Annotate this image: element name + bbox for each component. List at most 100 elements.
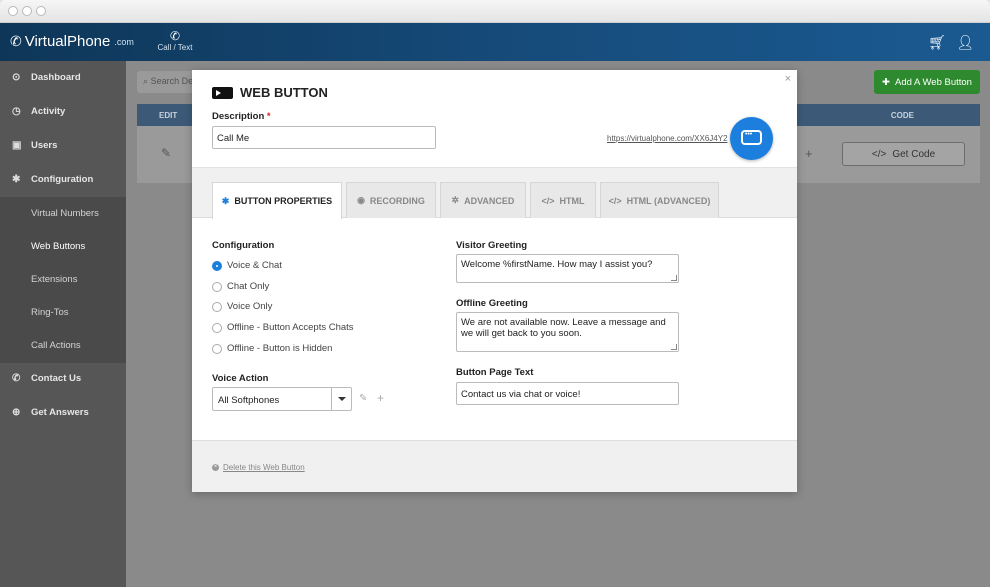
get-code-button[interactable]: </> Get Code: [842, 142, 965, 166]
radio-voice-chat[interactable]: Voice & Chat: [212, 260, 282, 271]
offline-greeting-value: We are not available now. Leave a messag…: [461, 317, 666, 339]
delete-web-button-link[interactable]: × Delete this Web Button: [212, 463, 305, 472]
radio-offline-accepts-chats[interactable]: Offline - Button Accepts Chats: [212, 322, 354, 333]
search-icon: ⌕: [143, 76, 149, 86]
column-code: CODE: [890, 111, 914, 120]
column-edit: EDIT: [159, 111, 178, 120]
tab-advanced[interactable]: ✲ ADVANCED: [440, 182, 526, 218]
button-url-link[interactable]: https://virtualphone.com/XX6J4Y2: [607, 134, 728, 143]
resize-handle[interactable]: [671, 344, 677, 350]
tab-html[interactable]: </> HTML: [530, 182, 596, 218]
voice-action-label: Voice Action: [212, 373, 269, 384]
required-mark: *: [266, 111, 271, 122]
sidebar-item-users[interactable]: ▣ Users: [0, 130, 126, 160]
record-icon: ◉: [357, 195, 365, 205]
caret-down-icon: [338, 397, 346, 401]
window-close-button[interactable]: [8, 6, 18, 16]
subnav-item-web-buttons[interactable]: Web Buttons: [0, 231, 126, 261]
select-toggle[interactable]: [331, 388, 351, 410]
subnav-item-ring-tos[interactable]: Ring-Tos: [0, 297, 126, 327]
logo-text: VirtualPhone: [24, 33, 111, 50]
get-code-label: Get Code: [892, 148, 936, 160]
sidebar-item-label: Contact Us: [31, 372, 82, 384]
radio-button[interactable]: [212, 260, 222, 271]
subnav-label: Extensions: [31, 273, 78, 285]
search-input[interactable]: ⌕ Search De: [137, 71, 197, 93]
window-minimize-button[interactable]: [22, 6, 32, 16]
description-input[interactable]: Call Me: [212, 126, 436, 149]
subnav-item-extensions[interactable]: Extensions: [0, 264, 126, 294]
web-button-modal: × WEB BUTTON Description * Call Me https…: [192, 70, 797, 492]
chat-icon: [741, 130, 762, 145]
button-page-text-input[interactable]: Contact us via chat or voice!: [456, 382, 679, 405]
tab-label: HTML: [559, 195, 585, 206]
voice-action-value: All Softphones: [218, 395, 280, 406]
close-icon[interactable]: ×: [785, 73, 791, 85]
gear-icon: ✱: [221, 195, 230, 206]
add-web-button[interactable]: ✚ Add A Web Button: [874, 70, 980, 94]
sidebar-item-configuration[interactable]: ✱ Configuration: [0, 164, 126, 194]
plus-icon[interactable]: +: [805, 146, 813, 161]
tab-label: HTML (ADVANCED): [626, 195, 711, 206]
call-text-button[interactable]: ✆ Call / Text: [157, 29, 193, 52]
sidebar-item-label: Users: [31, 139, 58, 151]
tab-label: BUTTON PROPERTIES: [234, 196, 333, 206]
radio-voice-only[interactable]: Voice Only: [212, 301, 272, 312]
pencil-icon[interactable]: ✎: [359, 393, 367, 404]
configuration-subnav: Virtual Numbers Web Buttons Extensions R…: [0, 197, 126, 363]
logo[interactable]: ✆ VirtualPhone .com: [10, 33, 134, 50]
radio-offline-hidden[interactable]: Offline - Button is Hidden: [212, 343, 332, 354]
phone-icon: ✆: [12, 372, 21, 384]
cart-icon[interactable]: 🛒︎: [928, 34, 946, 51]
radio-chat-only[interactable]: Chat Only: [212, 281, 269, 292]
globe-icon: ⊕: [12, 406, 21, 418]
user-icon[interactable]: 👤︎: [956, 34, 974, 51]
radio-button[interactable]: [212, 301, 222, 312]
subnav-item-call-actions[interactable]: Call Actions: [0, 330, 126, 360]
voice-action-select[interactable]: All Softphones: [212, 387, 352, 411]
modal-title: WEB BUTTON: [240, 85, 328, 100]
pencil-icon[interactable]: ✎: [161, 146, 171, 160]
radio-label: Offline - Button is Hidden: [227, 343, 333, 354]
visitor-greeting-textarea[interactable]: Welcome %firstName. How may I assist you…: [456, 254, 679, 283]
offline-greeting-textarea[interactable]: We are not available now. Leave a messag…: [456, 312, 679, 352]
visitor-greeting-value: Welcome %firstName. How may I assist you…: [461, 259, 653, 270]
radio-button[interactable]: [212, 322, 222, 333]
radio-label: Voice & Chat: [227, 260, 282, 271]
window-maximize-button[interactable]: [36, 6, 46, 16]
tab-label: ADVANCED: [464, 195, 515, 206]
call-text-label: Call / Text: [157, 43, 193, 52]
gears-icon: ✲: [451, 195, 460, 205]
sidebar-item-activity[interactable]: ◷ Activity: [0, 96, 126, 126]
code-icon: </>: [871, 148, 887, 160]
subnav-item-virtual-numbers[interactable]: Virtual Numbers: [0, 198, 126, 228]
plus-icon[interactable]: +: [377, 391, 384, 405]
code-icon: </>: [541, 195, 555, 206]
radio-button[interactable]: [212, 343, 222, 354]
resize-handle[interactable]: [671, 275, 677, 281]
add-web-button-label: Add A Web Button: [895, 76, 972, 88]
subnav-label: Ring-Tos: [31, 306, 69, 318]
delete-icon: ×: [212, 464, 219, 471]
radio-button[interactable]: [212, 281, 222, 292]
sidebar-item-get-answers[interactable]: ⊕ Get Answers: [0, 397, 126, 427]
plus-icon: ✚: [882, 76, 891, 88]
sidebar-item-contact-us[interactable]: ✆ Contact Us: [0, 363, 126, 393]
phone-icon: ✆: [10, 33, 22, 49]
gear-icon: ✱: [12, 173, 21, 185]
radio-label: Chat Only: [227, 281, 270, 292]
tab-button-properties[interactable]: ✱ BUTTON PROPERTIES: [212, 182, 342, 219]
sidebar-item-dashboard[interactable]: ⊙ Dashboard: [0, 62, 126, 92]
clock-icon: ◷: [12, 105, 21, 117]
subnav-label: Web Buttons: [31, 240, 86, 252]
tab-html-advanced[interactable]: </> HTML (ADVANCED): [600, 182, 719, 218]
chat-button-preview[interactable]: [730, 117, 773, 160]
subnav-label: Virtual Numbers: [31, 207, 99, 219]
description-label-text: Description: [212, 111, 265, 122]
tab-label: RECORDING: [369, 195, 425, 206]
code-icon: </>: [608, 195, 622, 206]
tab-recording[interactable]: ◉ RECORDING: [346, 182, 436, 218]
radio-label: Voice Only: [227, 301, 273, 312]
subnav-label: Call Actions: [31, 339, 81, 351]
visitor-greeting-label: Visitor Greeting: [456, 240, 528, 251]
